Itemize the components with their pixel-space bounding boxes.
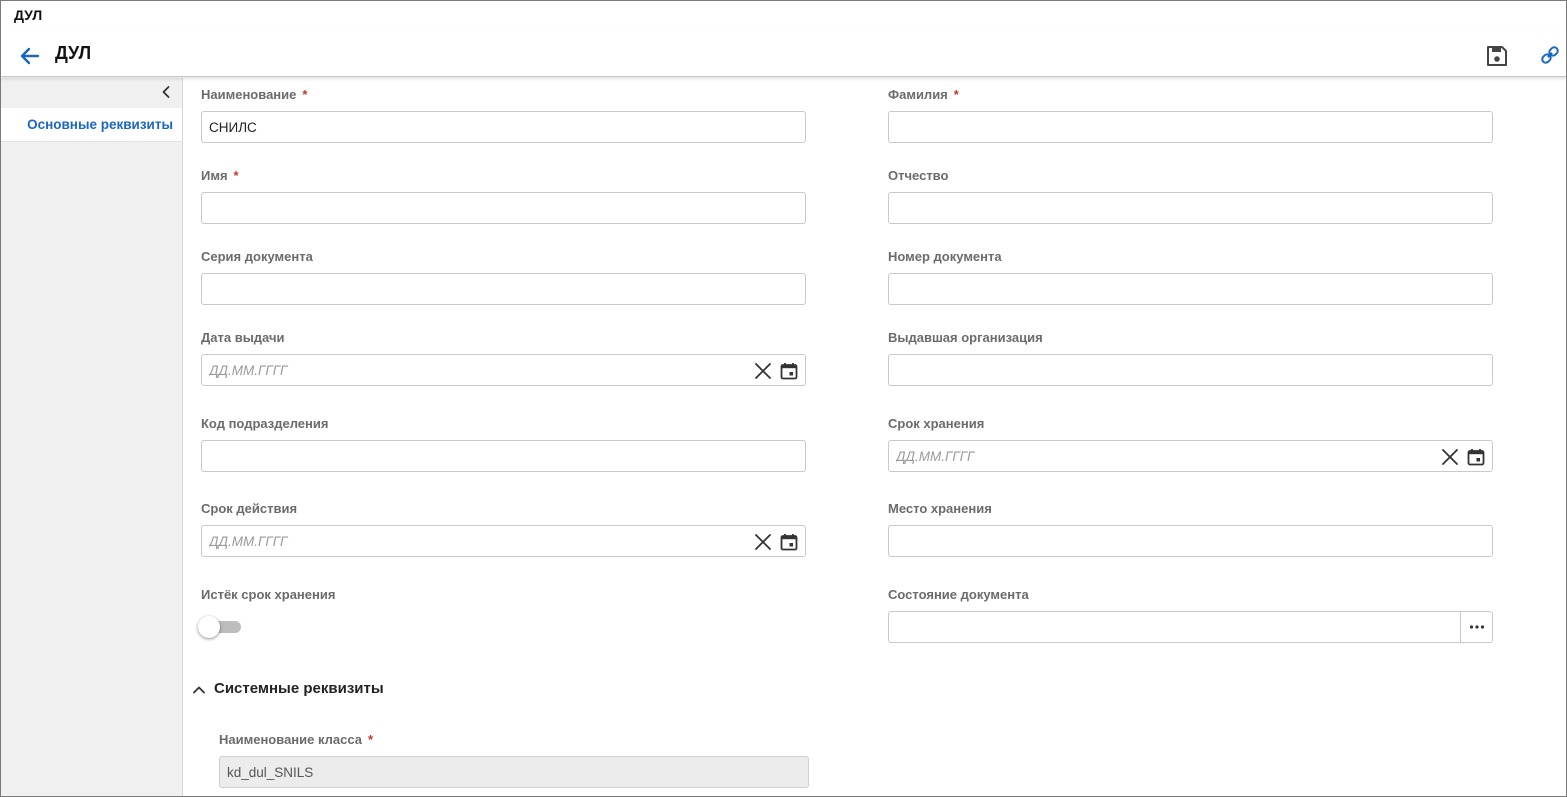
save-button[interactable] [1484,43,1510,69]
imya-label: Имя * [201,168,239,183]
back-button[interactable] [18,44,42,68]
required-mark: * [368,732,374,747]
imya-field [201,192,806,224]
mesto-hraneniya-input[interactable] [889,526,1492,556]
familiya-field [888,111,1493,143]
sidebar-item-main-requisites[interactable]: Основные реквизиты [1,108,182,142]
srok-hraneniya-input[interactable] [889,441,1432,471]
otchestvo-label: Отчество [888,168,949,183]
srok-deystviya-label: Срок действия [201,501,298,516]
required-mark: * [302,87,308,102]
close-icon [755,363,771,379]
nomer-field [888,273,1493,305]
data-vydachi-input[interactable] [202,355,745,385]
naimenovanie-label-text: Наименование [201,87,297,102]
mesto-hraneniya-label: Место хранения [888,501,992,516]
sostoyanie-field [888,611,1493,643]
window-title: ДУЛ [14,7,43,23]
seriya-field [201,273,806,305]
chevron-up-icon [193,686,205,694]
open-calendar-button[interactable] [779,361,799,381]
class-name-input [220,757,808,787]
naimenovanie-field [201,111,806,143]
copy-link-button[interactable] [1538,43,1564,69]
nomer-label: Номер документа [888,249,1002,264]
class-name-label: Наименование класса * [219,732,373,747]
save-icon [1487,46,1507,66]
imya-label-text: Имя [201,168,228,183]
istek-srok-label: Истёк срок хранения [201,587,336,602]
clear-date-button[interactable] [1441,448,1459,466]
kod-podrazdeleniya-label: Код подразделения [201,416,329,431]
srok-hraneniya-field [888,440,1493,472]
data-vydachi-field [201,354,806,386]
class-name-label-text: Наименование класса [219,732,362,747]
more-horizontal-icon [1469,625,1484,629]
collapse-sidebar-button[interactable] [158,84,174,100]
close-icon [755,534,771,550]
naimenovanie-input[interactable] [202,112,805,142]
class-name-field [219,756,809,788]
link-icon [1541,46,1559,64]
naimenovanie-label: Наименование * [201,87,307,102]
calendar-icon [1467,449,1485,466]
mesto-hraneniya-field [888,525,1493,557]
select-options-button[interactable] [1460,612,1492,642]
sostoyanie-label: Состояние документа [888,587,1029,602]
seriya-input[interactable] [202,274,805,304]
otchestvo-field [888,192,1493,224]
imya-input[interactable] [202,193,805,223]
calendar-icon [780,363,798,380]
familiya-input[interactable] [889,112,1492,142]
familiya-label-text: Фамилия [888,87,948,102]
nomer-input[interactable] [889,274,1492,304]
srok-hraneniya-label: Срок хранения [888,416,985,431]
seriya-label: Серия документа [201,249,313,264]
page-header: ДУЛ [1,29,1566,77]
app-window: ДУЛ ДУЛ Основные реквизиты Наименование … [0,0,1567,797]
vydavshaya-org-field [888,354,1493,386]
page-title: ДУЛ [55,43,92,63]
sidebar: Основные реквизиты [1,78,183,796]
arrow-left-icon [20,47,40,65]
toggle-knob [198,616,220,638]
data-vydachi-label: Дата выдачи [201,330,285,345]
srok-deystviya-field [201,525,806,557]
required-mark: * [233,168,239,183]
section-title: Системные реквизиты [214,680,384,697]
open-calendar-button[interactable] [779,532,799,552]
otchestvo-input[interactable] [889,193,1492,223]
sostoyanie-input[interactable] [889,612,1458,642]
calendar-icon [780,534,798,551]
kod-podrazdeleniya-field [201,440,806,472]
srok-deystviya-input[interactable] [202,526,745,556]
open-calendar-button[interactable] [1466,447,1486,467]
familiya-label: Фамилия * [888,87,959,102]
close-icon [1442,449,1458,465]
kod-podrazdeleniya-input[interactable] [202,441,805,471]
chevron-left-icon [162,86,170,98]
clear-date-button[interactable] [754,362,772,380]
vydavshaya-org-input[interactable] [889,355,1492,385]
istek-srok-toggle[interactable] [197,615,247,639]
required-mark: * [953,87,959,102]
clear-date-button[interactable] [754,533,772,551]
vydavshaya-org-label: Выдавшая организация [888,330,1043,345]
